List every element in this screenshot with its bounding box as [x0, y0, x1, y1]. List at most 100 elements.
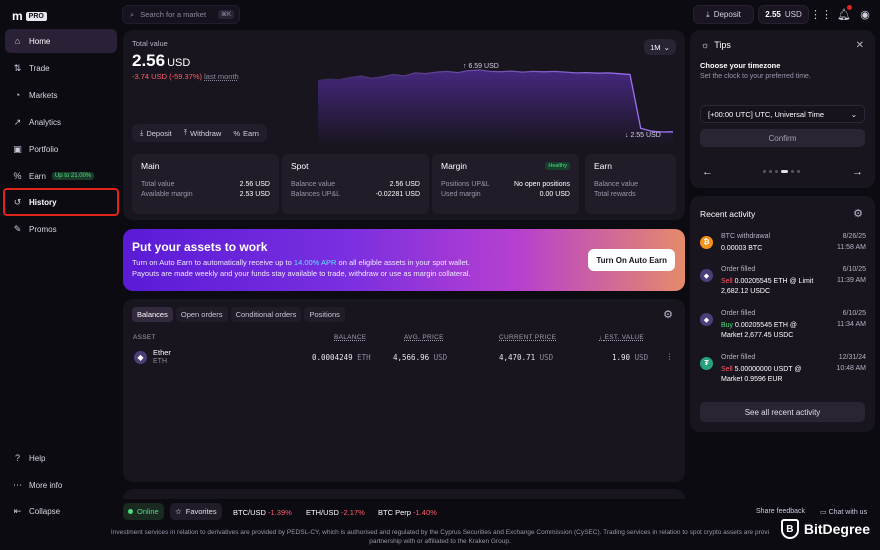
tab-positions[interactable]: Positions: [304, 307, 345, 322]
activity-line2: 2,682.12 USDC: [721, 288, 771, 295]
account-row: Balance value: [594, 180, 667, 190]
chart-low-label: ↓ 2.55 USD: [625, 132, 661, 139]
deposit-button[interactable]: ⤓ Deposit: [693, 5, 754, 24]
carousel-dot[interactable]: [769, 170, 772, 173]
ether-icon: ◆: [700, 269, 713, 282]
account-main[interactable]: Main Total value 2.56 USD Available margi…: [132, 154, 279, 214]
ticker-btc-perp[interactable]: BTC Perp -1.40%: [378, 508, 437, 517]
activity-item-time: 10:48 AM: [836, 365, 866, 372]
col-current-price[interactable]: CURRENT PRICE: [499, 334, 556, 341]
asset-avg-price: 4,566.96 USD: [393, 353, 447, 362]
tab-open-orders[interactable]: Open orders: [175, 307, 228, 322]
total-value-amount: 2.56: [132, 51, 166, 70]
row-menu-icon[interactable]: ⋮: [666, 352, 674, 361]
ticker-eth-usd[interactable]: ETH/USD -2.17%: [306, 508, 365, 517]
favorites-button[interactable]: ☆ Favorites: [170, 503, 222, 520]
carousel-dot[interactable]: [763, 170, 766, 173]
sidebar-item-label: Analytics: [29, 117, 62, 127]
account-margin[interactable]: Margin Healthy Positions UP&L No open posi…: [432, 154, 579, 214]
user-icon[interactable]: ◉: [858, 7, 872, 21]
sidebar-item-portfolio[interactable]: ▣ Portfolio: [5, 137, 117, 161]
online-status[interactable]: Online: [123, 503, 164, 520]
tab-conditional-orders[interactable]: Conditional orders: [230, 307, 302, 322]
timezone-select[interactable]: [+00:00 UTC] UTC, Universal Time ⌄: [700, 105, 865, 123]
period-select[interactable]: 1M ⌄: [644, 39, 676, 55]
gear-icon[interactable]: ⚙: [663, 308, 673, 321]
sidebar-item-promos[interactable]: ✎ Promos: [5, 217, 117, 241]
asset-name[interactable]: Ether: [153, 348, 171, 357]
deposit-action-button[interactable]: ⤓ Deposit: [135, 128, 177, 138]
carousel-dot[interactable]: [797, 170, 800, 173]
confirm-button[interactable]: Confirm: [700, 129, 865, 147]
balance-currency: USD: [784, 10, 802, 19]
col-est-value[interactable]: ↓ EST. VALUE: [599, 334, 644, 341]
ticker-change: -2.17%: [341, 508, 365, 517]
ether-icon: ◆: [700, 313, 713, 326]
arrow-right-icon[interactable]: →: [852, 166, 863, 178]
carousel-dot[interactable]: [791, 170, 794, 173]
account-row: Available margin 2.53 USD: [141, 190, 270, 200]
banner-text-pre: Turn on Auto Earn to automatically recei…: [132, 258, 294, 267]
activity-item-title: Order filled: [721, 354, 756, 361]
bell-icon[interactable]: 🔔︎: [837, 5, 852, 21]
tab-balances[interactable]: Balances: [132, 307, 173, 322]
ticker-btc-usd[interactable]: BTC/USD -1.39%: [233, 508, 292, 517]
logo-mark: m: [12, 9, 23, 23]
asset-est-unit: USD: [634, 353, 649, 362]
col-asset[interactable]: ASSET: [133, 334, 156, 341]
withdraw-action-button[interactable]: ⤒ Withdraw: [179, 128, 227, 138]
carousel-dot[interactable]: [775, 170, 778, 173]
deposit-icon: ⤓: [140, 128, 144, 137]
analytics-icon: ↗: [13, 116, 22, 127]
account-row-value: No open positions: [513, 181, 570, 188]
tips-subtitle: Choose your timezone: [700, 61, 781, 70]
sun-icon: ☼: [701, 40, 710, 50]
logo[interactable]: m PRO: [12, 9, 47, 23]
arrow-left-icon[interactable]: ←: [702, 166, 713, 178]
account-row: Positions UP&L No open positions: [441, 180, 570, 190]
earn-action-button[interactable]: % Earn: [228, 129, 264, 138]
account-row-key: Balance value: [594, 181, 638, 188]
search-input[interactable]: ⌕ Search for a market ⌘K: [122, 5, 240, 24]
asset-current-value: 4,470.71: [499, 353, 536, 362]
see-all-activity-button[interactable]: See all recent activity: [700, 402, 865, 422]
share-feedback-link[interactable]: Share feedback: [756, 508, 805, 515]
account-earn[interactable]: Earn Balance value Total rewards: [585, 154, 676, 214]
sidebar-item-more-info[interactable]: ⋯ More info: [5, 473, 117, 497]
timezone-value: [+00:00 UTC] UTC, Universal Time: [708, 109, 825, 119]
account-spot[interactable]: Spot Balance value 2.56 USD Balances UP&L…: [282, 154, 429, 214]
bitcoin-icon: ₿: [700, 236, 713, 249]
chevron-down-icon: ⌄: [850, 109, 857, 119]
close-icon[interactable]: ✕: [856, 40, 864, 51]
activity-side: Buy: [721, 322, 734, 329]
account-row-key: Balance value: [291, 181, 335, 188]
sidebar-item-analytics[interactable]: ↗ Analytics: [5, 110, 117, 134]
col-balance[interactable]: BALANCE: [334, 334, 366, 341]
banner-apr: 14.00% APR: [293, 258, 337, 267]
sidebar-item-earn[interactable]: % Earn Up to 21.00%: [5, 164, 117, 188]
sidebar-item-help[interactable]: ? Help: [5, 446, 117, 470]
sidebar-item-home[interactable]: ⌂ Home: [5, 29, 117, 53]
chevron-down-icon: ⌄: [663, 42, 670, 52]
sidebar-item-trade[interactable]: ⇅ Trade: [5, 56, 117, 80]
balance-button[interactable]: 2.55 USD: [758, 5, 809, 24]
carousel-dot-active[interactable]: [781, 170, 788, 173]
sidebar-item-history[interactable]: ↺ History: [3, 188, 119, 216]
activity-line1: 5.00000000 USDT @: [732, 366, 802, 373]
legal-line2: partnership with or affiliated to the Kr…: [369, 538, 511, 545]
col-avg-price[interactable]: AVG. PRICE: [404, 334, 444, 341]
account-row-key: Total rewards: [594, 191, 636, 198]
total-change-period: last month: [204, 72, 239, 81]
col-est-label: EST. VALUE: [604, 334, 645, 341]
account-row-key: Available margin: [141, 191, 193, 198]
account-title: Margin: [441, 161, 467, 171]
turn-on-auto-earn-button[interactable]: Turn On Auto Earn: [588, 249, 675, 271]
apps-grid-icon[interactable]: ⋮⋮: [810, 7, 832, 21]
gear-icon[interactable]: ⚙: [853, 207, 863, 220]
account-row: Balances UP&L -0.02281 USD: [291, 190, 420, 200]
balances-card: Balances Open orders Conditional orders …: [123, 299, 685, 482]
sidebar-item-label: Markets: [29, 90, 58, 100]
account-row-key: Positions UP&L: [441, 181, 490, 188]
chat-with-us-link[interactable]: ▭ Chat with us: [820, 508, 867, 516]
sidebar-item-markets[interactable]: ◔ Markets: [5, 83, 117, 107]
